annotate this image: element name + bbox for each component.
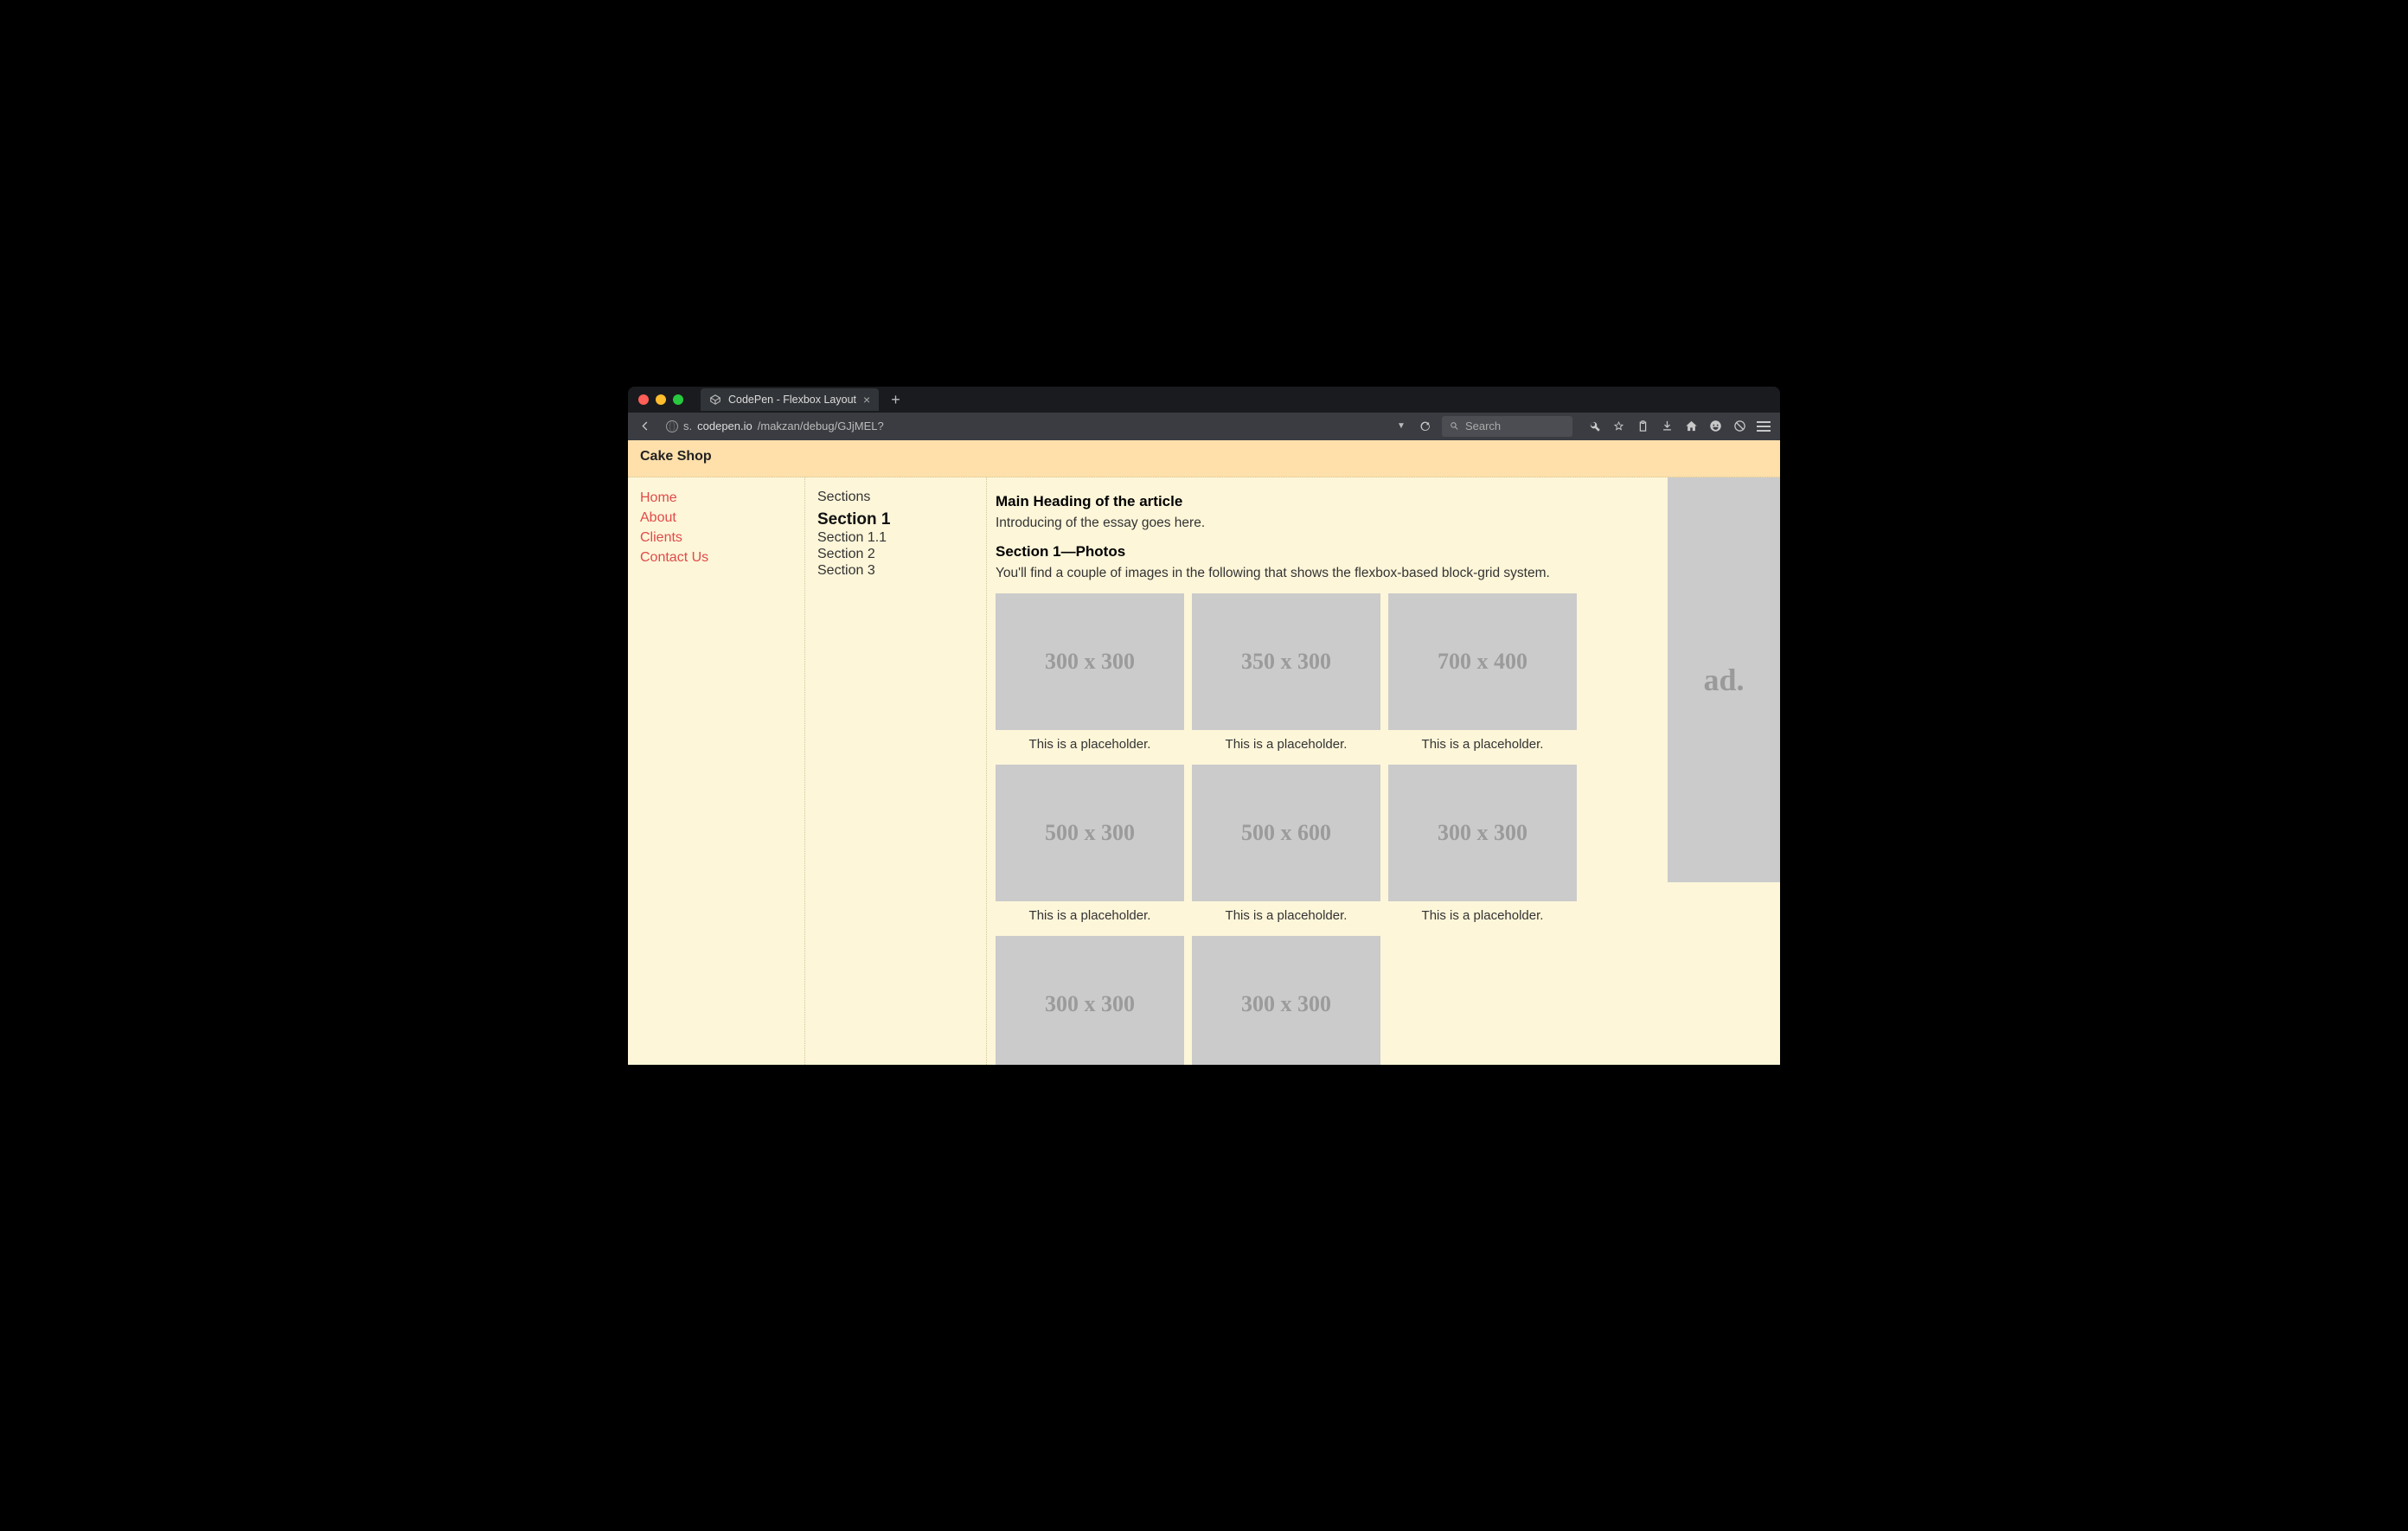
- close-tab-icon[interactable]: ×: [863, 393, 870, 407]
- primary-nav: Home About Clients Contact Us: [628, 477, 805, 1065]
- page: Cake Shop Home About Clients Contact Us …: [628, 440, 1780, 1065]
- photo-card: 350 x 300 This is a placeholder.: [1192, 593, 1380, 757]
- nav-link-home[interactable]: Home: [640, 490, 792, 506]
- nav-link-contact[interactable]: Contact Us: [640, 550, 792, 566]
- home-icon[interactable]: [1680, 416, 1702, 437]
- clipboard-icon[interactable]: [1631, 416, 1654, 437]
- photo-card: 700 x 400 This is a placeholder.: [1388, 593, 1577, 757]
- bookmark-star-icon[interactable]: [1607, 416, 1630, 437]
- menu-button[interactable]: [1752, 416, 1775, 437]
- toolbar: s. codepen.io/makzan/debug/GJjMEL? ▼ Sear…: [628, 413, 1780, 440]
- placeholder-image: 500 x 600: [1192, 765, 1380, 901]
- placeholder-image: 350 x 300: [1192, 593, 1380, 730]
- search-placeholder: Search: [1465, 420, 1501, 432]
- photo-card: 300 x 300: [996, 936, 1184, 1065]
- toc-item-section-1[interactable]: Section 1: [817, 510, 974, 529]
- toc-item-section-3[interactable]: Section 3: [817, 563, 974, 579]
- search-icon: [1449, 420, 1460, 432]
- toc-item-section-1-1[interactable]: Section 1.1: [817, 530, 974, 546]
- placeholder-image: 300 x 300: [996, 593, 1184, 730]
- article-main: Main Heading of the article Introducing …: [987, 477, 1668, 1065]
- placeholder-image: 700 x 400: [1388, 593, 1577, 730]
- new-tab-button[interactable]: +: [886, 392, 906, 407]
- placeholder-image: 500 x 300: [996, 765, 1184, 901]
- placeholder-image: 300 x 300: [1388, 765, 1577, 901]
- tab-active[interactable]: CodePen - Flexbox Layout ×: [701, 388, 879, 411]
- photo-caption: This is a placeholder.: [1226, 737, 1348, 752]
- url-dropdown-icon[interactable]: ▼: [1393, 421, 1409, 431]
- smiley-icon[interactable]: [1704, 416, 1726, 437]
- codepen-icon: [709, 394, 721, 406]
- url-path: /makzan/debug/GJjMEL?: [758, 420, 884, 432]
- placeholder-image: 300 x 300: [996, 936, 1184, 1065]
- downloads-icon[interactable]: [1656, 416, 1678, 437]
- photo-card: 500 x 600 This is a placeholder.: [1192, 765, 1380, 928]
- viewport: Cake Shop Home About Clients Contact Us …: [628, 440, 1780, 1065]
- article-intro: Introducing of the essay goes here.: [996, 516, 1659, 531]
- photo-grid: 300 x 300 This is a placeholder. 350 x 30…: [996, 593, 1659, 1065]
- toc-heading: Sections: [817, 490, 974, 505]
- section-heading: Section 1—Photos: [996, 543, 1659, 561]
- photo-caption: This is a placeholder.: [1029, 908, 1151, 923]
- search-box[interactable]: Search: [1442, 416, 1572, 437]
- photo-card: 300 x 300 This is a placeholder.: [996, 593, 1184, 757]
- photo-caption: This is a placeholder.: [1422, 737, 1544, 752]
- photo-card: 300 x 300: [1192, 936, 1380, 1065]
- nav-link-about[interactable]: About: [640, 510, 792, 526]
- close-window-button[interactable]: [638, 394, 649, 405]
- minimize-window-button[interactable]: [656, 394, 666, 405]
- url-pre: s.: [683, 420, 692, 432]
- browser-window: CodePen - Flexbox Layout × + s. codepen.i…: [628, 387, 1780, 1065]
- nav-link-clients[interactable]: Clients: [640, 530, 792, 546]
- content-columns: Home About Clients Contact Us Sections S…: [628, 477, 1780, 1065]
- back-button[interactable]: [633, 416, 656, 437]
- ad-column: ad.: [1668, 477, 1780, 1065]
- reload-button[interactable]: [1414, 416, 1437, 437]
- window-controls: [638, 394, 683, 405]
- toc-item-section-2[interactable]: Section 2: [817, 547, 974, 562]
- sections-toc: Sections Section 1 Section 1.1 Section 2…: [805, 477, 987, 1065]
- photo-caption: This is a placeholder.: [1029, 737, 1151, 752]
- url-host: codepen.io: [697, 420, 752, 432]
- tab-title: CodePen - Flexbox Layout: [728, 394, 856, 406]
- no-ads-icon[interactable]: [1728, 416, 1751, 437]
- globe-icon: [666, 420, 678, 432]
- devtools-icon[interactable]: [1583, 416, 1605, 437]
- photo-caption: This is a placeholder.: [1226, 908, 1348, 923]
- photo-caption: This is a placeholder.: [1422, 908, 1544, 923]
- placeholder-image: 300 x 300: [1192, 936, 1380, 1065]
- photo-card: 500 x 300 This is a placeholder.: [996, 765, 1184, 928]
- toolbar-right-icons: [1578, 416, 1775, 437]
- zoom-window-button[interactable]: [673, 394, 683, 405]
- address-bar[interactable]: s. codepen.io/makzan/debug/GJjMEL?: [661, 416, 1266, 437]
- tab-strip: CodePen - Flexbox Layout × +: [628, 387, 1780, 413]
- article-heading: Main Heading of the article: [996, 493, 1659, 510]
- site-title: Cake Shop: [628, 440, 1780, 477]
- section-desc: You'll find a couple of images in the fo…: [996, 566, 1659, 581]
- ad-placeholder: ad.: [1668, 477, 1780, 882]
- photo-card: 300 x 300 This is a placeholder.: [1388, 765, 1577, 928]
